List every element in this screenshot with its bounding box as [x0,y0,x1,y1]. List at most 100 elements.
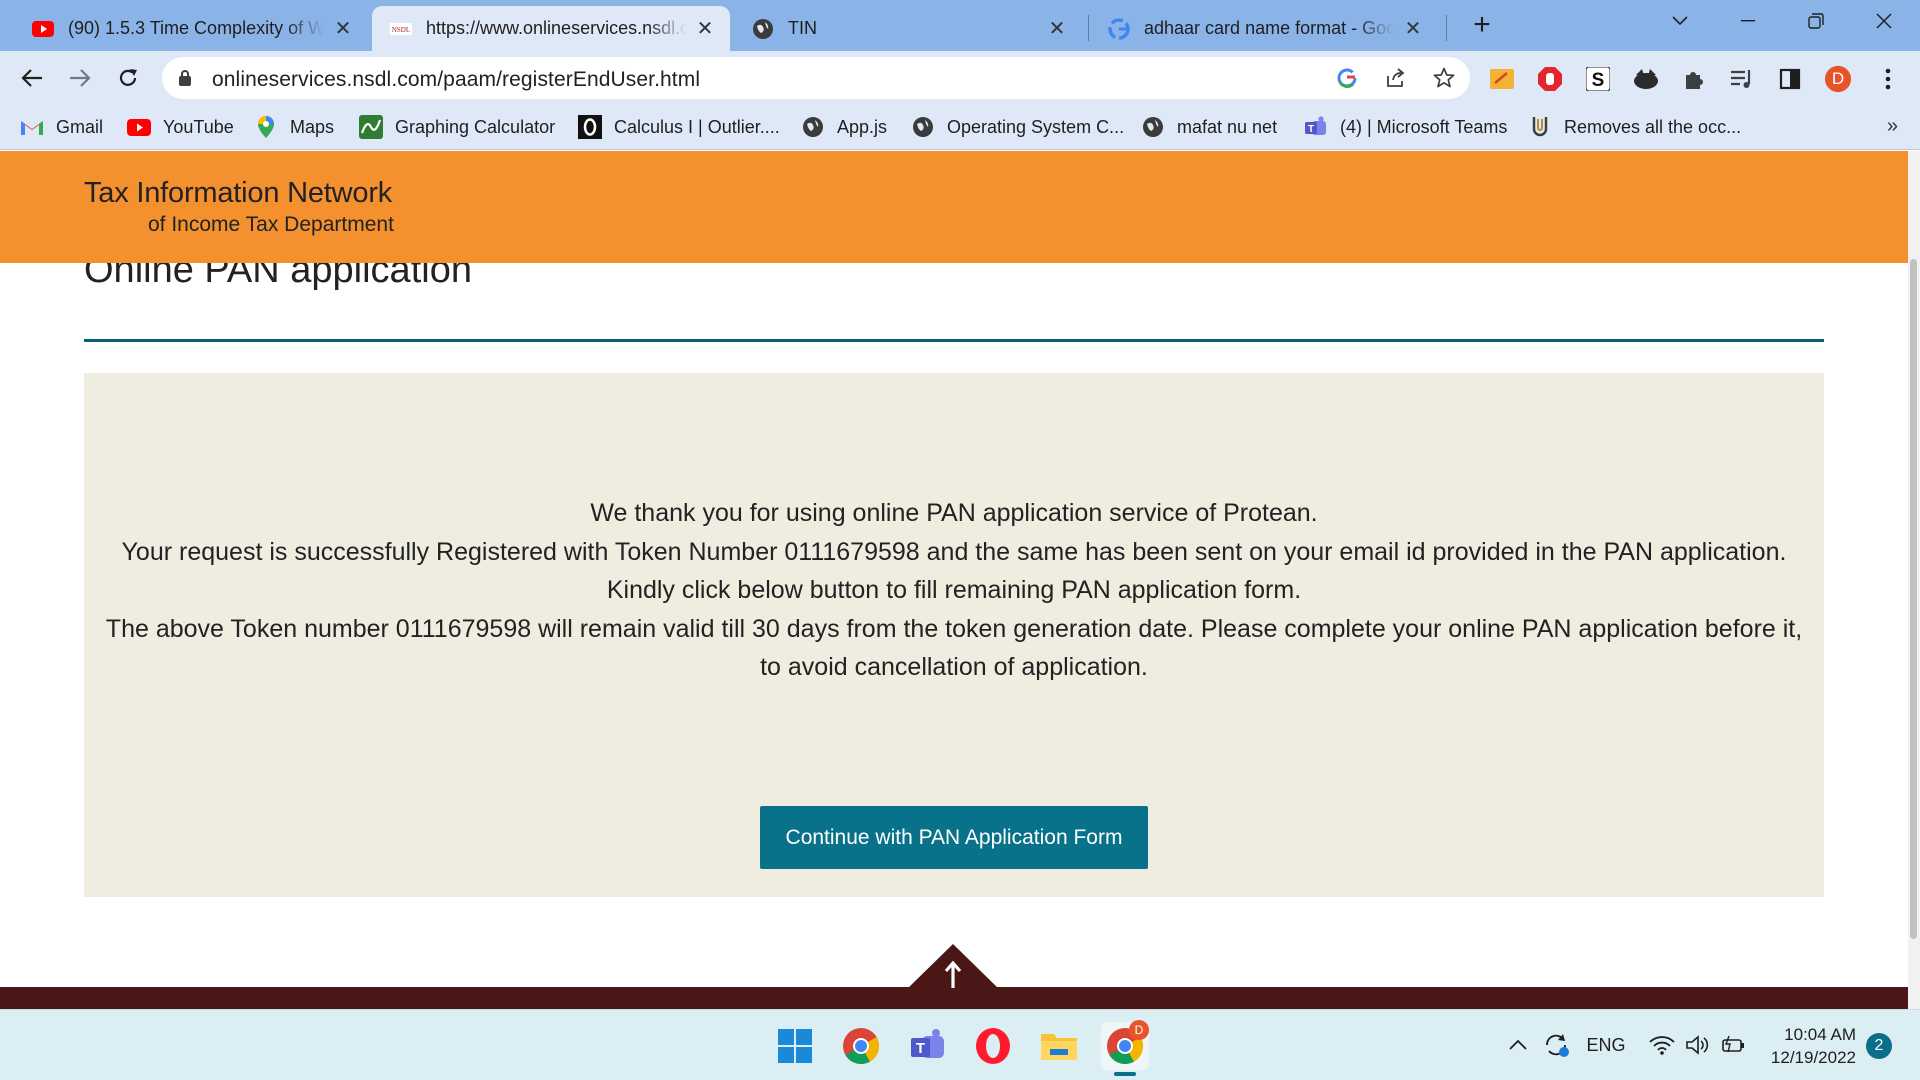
close-icon[interactable]: ✕ [1402,18,1424,40]
url-text[interactable]: onlineservices.nsdl.com/paam/registerEnd… [212,68,700,92]
site-header: Tax Information Network of Income Tax De… [0,151,1908,263]
message-line: The above Token number 0111679598 will r… [105,614,1803,682]
bookmark-label: YouTube [163,116,234,137]
bookmark-star-icon[interactable] [1432,66,1456,90]
windows-taskbar: T D ENG 10:04 AM 12/19/2022 2 [0,1009,1920,1080]
svg-text:NSDL: NSDL [392,26,410,34]
svg-text:S: S [1592,70,1605,91]
scrollbar-thumb[interactable] [1910,259,1917,939]
close-icon[interactable]: ✕ [332,18,354,40]
teams-icon: T [1304,115,1328,139]
bookmark-label: Calculus I | Outlier.... [614,116,780,137]
tab-google[interactable]: adhaar card name format - Goog ✕ [1090,6,1438,51]
google-icon [1108,17,1130,40]
tab-strip: (90) 1.5.3 Time Complexity of Wh ✕ NSDL … [0,0,1920,51]
tab-title: https://www.onlineservices.nsdl.c [426,18,686,38]
globe-icon [911,115,935,139]
teams-icon[interactable]: T [904,1022,952,1070]
browser-menu-icon[interactable] [1874,65,1902,93]
file-explorer-icon[interactable] [1035,1022,1083,1070]
globe-icon [1141,115,1165,139]
tab-youtube[interactable]: (90) 1.5.3 Time Complexity of Wh ✕ [14,6,368,51]
bookmark-youtube[interactable]: YouTube [127,114,234,140]
share-icon[interactable] [1384,66,1408,90]
svg-text:T: T [1308,124,1314,135]
bookmark-label: (4) | Microsoft Teams [1340,116,1508,137]
system-clock[interactable]: 10:04 AM 12/19/2022 [1760,1023,1856,1069]
google-lens-icon[interactable] [1335,66,1359,90]
close-window-button[interactable] [1856,0,1912,42]
site-footer [0,987,1908,1009]
wifi-icon[interactable] [1648,1030,1676,1060]
extension-dark-icon[interactable] [1632,65,1660,93]
scroll-to-top-button[interactable] [906,944,1000,990]
bookmark-label: Gmail [56,116,104,137]
media-control-icon[interactable] [1728,65,1756,93]
bookmark-operating-system[interactable]: Operating System C... [911,114,1124,140]
continue-pan-form-button[interactable]: Continue with PAN Application Form [760,806,1148,869]
extensions-puzzle-icon[interactable] [1680,65,1708,93]
chrome-profile-icon[interactable]: D [1101,1020,1149,1070]
bookmark-gmail[interactable]: Gmail [20,114,103,140]
browser-toolbar: onlineservices.nsdl.com/paam/registerEnd… [0,51,1920,105]
close-icon[interactable]: ✕ [694,18,716,40]
tab-separator [1088,15,1089,41]
new-tab-button[interactable]: + [1466,10,1498,42]
show-hidden-icons-icon[interactable] [1506,1030,1530,1060]
bookmark-appjs[interactable]: App.js [801,114,887,140]
opera-icon[interactable] [969,1022,1017,1070]
message-line: Kindly click below button to fill remain… [606,576,1302,604]
tab-separator [1446,15,1447,41]
bookmark-removes-all[interactable]: Removes all the occ... [1528,114,1741,140]
clock-time: 10:04 AM [1784,1025,1856,1044]
bookmark-outlier[interactable]: Calculus I | Outlier.... [578,114,780,140]
bookmark-icon [1528,115,1552,139]
back-button[interactable] [14,60,50,96]
active-app-indicator [1114,1072,1136,1076]
confirmation-message: We thank you for using online PAN applic… [84,494,1824,687]
forward-button[interactable] [62,60,98,96]
nsdl-icon: NSDL [390,18,412,40]
bookmark-label: App.js [837,116,888,137]
message-line: Your request is successfully Registered … [121,537,1787,566]
extension-notes-icon[interactable] [1488,65,1516,93]
tab-nsdl[interactable]: NSDL https://www.onlineservices.nsdl.c ✕ [372,6,730,51]
chrome-icon[interactable] [837,1022,885,1070]
bookmark-graphing-calculator[interactable]: Graphing Calculator [359,114,555,140]
bookmarks-bar: Gmail YouTube Maps Graphing Calculator C… [0,105,1920,150]
battery-icon[interactable] [1720,1030,1748,1060]
title-divider [84,339,1824,342]
extension-s-icon[interactable]: S [1584,65,1612,93]
maps-icon [254,115,278,139]
tab-tin[interactable]: TIN ✕ [734,6,1082,51]
message-line: We thank you for using online PAN applic… [590,499,1318,527]
profile-avatar[interactable]: D [1824,65,1852,93]
minimize-button[interactable] [1720,0,1776,42]
notification-badge[interactable]: 2 [1866,1033,1892,1059]
tab-title: (90) 1.5.3 Time Complexity of Wh [68,18,324,38]
bookmark-label: Maps [290,116,335,137]
language-indicator[interactable]: ENG [1582,1030,1630,1060]
lock-icon[interactable] [178,69,192,92]
site-logo-line2[interactable]: of Income Tax Department [148,213,394,237]
profile-initial: D [1831,69,1845,88]
volume-icon[interactable] [1684,1030,1712,1060]
tab-title: adhaar card name format - Goog [1144,18,1394,38]
close-icon[interactable]: ✕ [1046,18,1068,40]
globe-icon [801,115,825,139]
adblock-icon[interactable] [1536,65,1564,93]
bookmark-microsoft-teams[interactable]: T (4) | Microsoft Teams [1304,114,1507,140]
sync-icon[interactable] [1540,1030,1574,1060]
site-logo-line1[interactable]: Tax Information Network [84,177,392,210]
windows-start-icon[interactable] [771,1022,819,1070]
outlier-icon [578,115,602,139]
restore-button[interactable] [1788,0,1844,42]
tab-search-icon[interactable] [1652,0,1708,42]
address-bar[interactable]: onlineservices.nsdl.com/paam/registerEnd… [162,57,1470,99]
bookmark-mafat-nu-net[interactable]: mafat nu net [1141,114,1277,140]
reload-button[interactable] [110,60,146,96]
bookmark-maps[interactable]: Maps [254,114,334,140]
side-panel-icon[interactable] [1776,65,1804,93]
bookmark-label: Removes all the occ... [1564,116,1742,137]
more-bookmarks-button[interactable]: » [1887,115,1898,138]
